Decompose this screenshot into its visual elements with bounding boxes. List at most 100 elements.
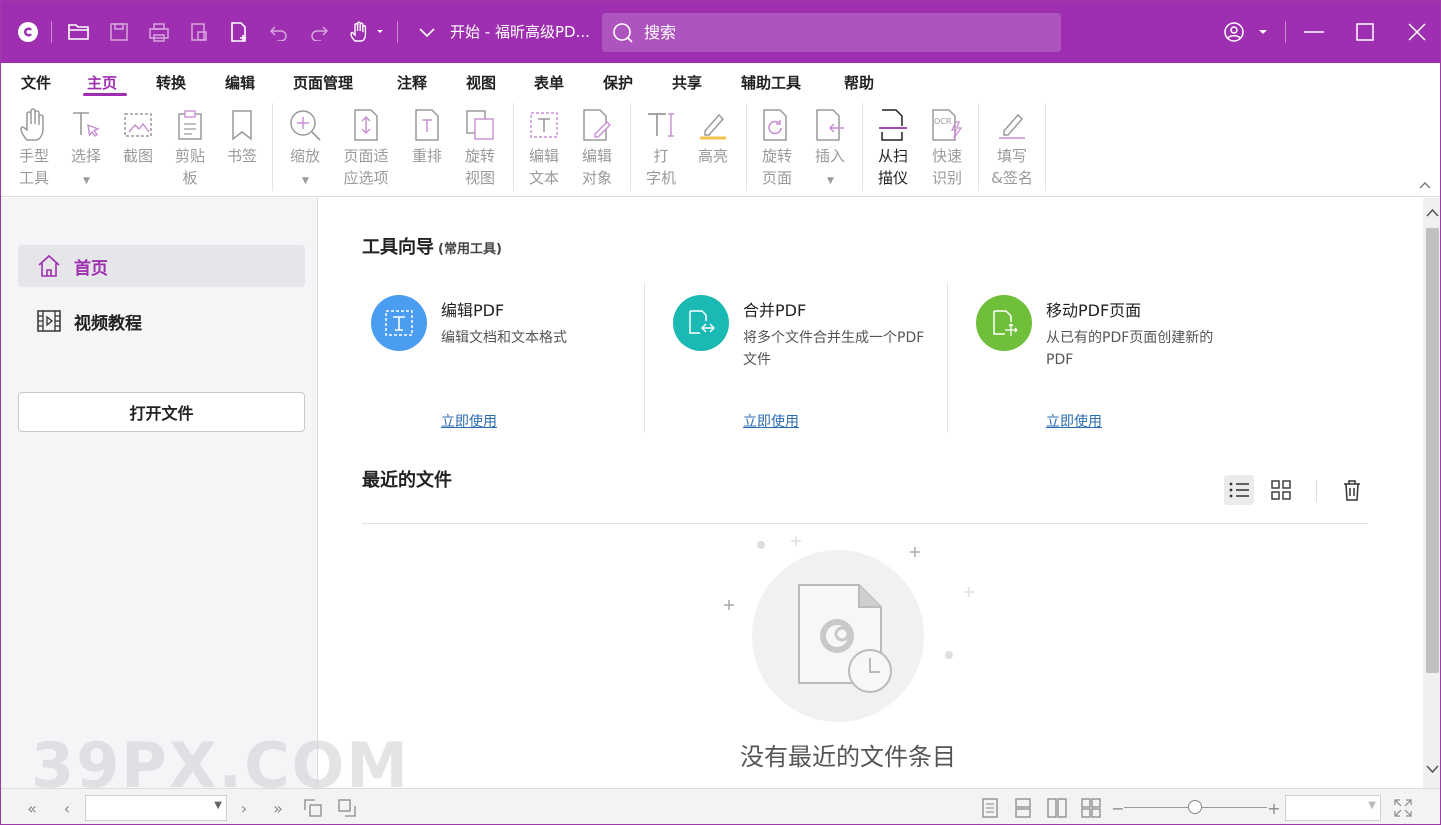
move-pages-icon — [976, 295, 1032, 351]
open-file-button[interactable]: 打开文件 — [18, 392, 305, 432]
snapshot-button[interactable]: 截图 — [110, 105, 166, 167]
tab-home[interactable]: 主页 — [87, 72, 117, 93]
tool-card-merge-pdf: 合并PDF 将多个文件合并生成一个PDF文件 立即使用 — [673, 293, 973, 433]
collapse-ribbon-icon[interactable] — [1419, 175, 1431, 194]
recent-files-title: 最近的文件 — [362, 470, 452, 491]
zoom-level-input[interactable]: ▼ — [1285, 795, 1381, 821]
from-scanner-button[interactable]: 从扫 描仪 — [865, 105, 921, 189]
scroll-up-icon[interactable] — [1426, 208, 1439, 218]
quick-ocr-button[interactable]: OCR 快速 识别 — [919, 105, 975, 189]
continuous-facing-icon[interactable] — [1080, 797, 1102, 819]
sidebar-item-label: 视频教程 — [74, 313, 142, 334]
grid-view-icon[interactable] — [1266, 475, 1296, 505]
clipboard-icon — [162, 105, 218, 145]
rotate-page-icon — [749, 105, 805, 145]
vertical-scrollbar[interactable] — [1423, 198, 1440, 788]
list-view-icon[interactable] — [1224, 475, 1254, 505]
edit-text-button[interactable]: 编辑 文本 — [516, 105, 572, 189]
redo-icon[interactable] — [306, 19, 332, 45]
foxit-logo-icon[interactable] — [15, 19, 41, 45]
highlight-button[interactable]: 高亮 — [685, 105, 741, 167]
print-icon[interactable] — [146, 19, 172, 45]
fit-page-options-button[interactable]: 页面适 应选项 — [331, 105, 401, 189]
insert-page-icon — [802, 105, 858, 145]
scanner-icon — [865, 105, 921, 145]
minimize-icon[interactable] — [1301, 19, 1327, 45]
reflow-button[interactable]: 重排 — [399, 105, 455, 167]
hand-tool-button[interactable]: 手型 工具 — [6, 105, 62, 189]
select-tool-button[interactable]: 选择 ▼ — [58, 105, 114, 192]
clipboard-button[interactable]: 剪贴 板 — [162, 105, 218, 189]
typewriter-icon — [633, 105, 689, 145]
tab-convert[interactable]: 转换 — [156, 72, 186, 93]
tab-help[interactable]: 帮助 — [844, 72, 874, 93]
use-now-link[interactable]: 立即使用 — [743, 411, 799, 431]
tool-description: 从已有的PDF页面创建新的PDF — [1046, 330, 1214, 368]
previous-view-icon[interactable] — [302, 797, 324, 819]
page-number-input[interactable]: ▼ — [85, 795, 227, 821]
page-properties-icon[interactable] — [186, 19, 212, 45]
close-icon[interactable] — [1404, 19, 1430, 45]
search-box[interactable] — [602, 13, 1061, 52]
zoom-in-icon[interactable]: + — [1263, 797, 1285, 819]
last-page-icon[interactable]: » — [267, 797, 289, 819]
zoom-slider-handle[interactable] — [1188, 800, 1202, 814]
use-now-link[interactable]: 立即使用 — [441, 411, 497, 431]
chevron-down-icon: ▼ — [214, 800, 222, 811]
maximize-icon[interactable] — [1352, 19, 1378, 45]
edit-object-button[interactable]: 编辑 对象 — [569, 105, 625, 189]
snapshot-icon — [110, 105, 166, 145]
clear-recent-trash-icon[interactable] — [1337, 475, 1367, 505]
edit-pdf-icon — [371, 295, 427, 351]
next-page-icon[interactable]: › — [233, 797, 255, 819]
customize-chevron-icon[interactable] — [414, 19, 440, 45]
scroll-thumb[interactable] — [1426, 228, 1439, 673]
previous-page-icon[interactable]: ‹ — [56, 797, 78, 819]
first-page-icon[interactable]: « — [21, 797, 43, 819]
undo-icon[interactable] — [266, 19, 292, 45]
scroll-down-icon[interactable] — [1426, 764, 1439, 774]
single-page-icon[interactable] — [979, 797, 1001, 819]
bookmark-button[interactable]: 书签 — [214, 105, 270, 167]
sidebar-item-home[interactable]: 首页 — [18, 245, 305, 287]
insert-button[interactable]: 插入 ▼ — [802, 105, 858, 192]
tab-view[interactable]: 视图 — [466, 72, 496, 93]
save-icon[interactable] — [106, 19, 132, 45]
account-dropdown-icon[interactable] — [1221, 19, 1271, 45]
hand-icon — [6, 105, 62, 145]
tab-share[interactable]: 共享 — [672, 72, 702, 93]
edit-text-icon — [516, 105, 572, 145]
next-view-icon[interactable] — [336, 797, 358, 819]
ocr-icon: OCR — [919, 105, 975, 145]
hand-mode-dropdown-icon[interactable] — [346, 19, 388, 45]
tool-card-edit-pdf: 编辑PDF 编辑文档和文本格式 立即使用 — [371, 293, 671, 433]
typewriter-button[interactable]: 打 字机 — [633, 105, 689, 189]
rotate-view-icon — [452, 105, 508, 145]
tab-comment[interactable]: 注释 — [397, 72, 427, 93]
search-input[interactable] — [644, 23, 1044, 42]
highlight-icon — [685, 105, 741, 145]
open-folder-icon[interactable] — [66, 19, 92, 45]
continuous-page-icon[interactable] — [1012, 797, 1034, 819]
use-now-link[interactable]: 立即使用 — [1046, 411, 1102, 431]
tab-accessibility[interactable]: 辅助工具 — [741, 72, 801, 93]
tool-description: 编辑文档和文本格式 — [441, 330, 567, 346]
zoom-button[interactable]: 缩放 ▼ — [277, 105, 333, 192]
tool-name: 编辑PDF — [441, 301, 505, 320]
tab-page-management[interactable]: 页面管理 — [293, 72, 353, 93]
rotate-page-button[interactable]: 旋转 页面 — [749, 105, 805, 189]
zoom-out-icon[interactable]: − — [1107, 797, 1129, 819]
fullscreen-icon[interactable] — [1392, 797, 1414, 819]
tab-protect[interactable]: 保护 — [603, 72, 633, 93]
tab-form[interactable]: 表单 — [534, 72, 564, 93]
sidebar-item-video-tutorials[interactable]: 视频教程 — [18, 300, 305, 342]
facing-page-icon[interactable] — [1046, 797, 1068, 819]
title-bar: 开始 - 福昕高级PD... — [1, 1, 1440, 63]
chevron-down-icon: ▼ — [1368, 800, 1376, 811]
fill-sign-button[interactable]: 填写 &签名 — [982, 105, 1042, 189]
empty-state-message: 没有最近的文件条目 — [740, 743, 956, 771]
tab-edit[interactable]: 编辑 — [225, 72, 255, 93]
rotate-view-button[interactable]: 旋转 视图 — [452, 105, 508, 189]
new-document-icon[interactable] — [226, 19, 252, 45]
tab-file[interactable]: 文件 — [21, 72, 51, 93]
